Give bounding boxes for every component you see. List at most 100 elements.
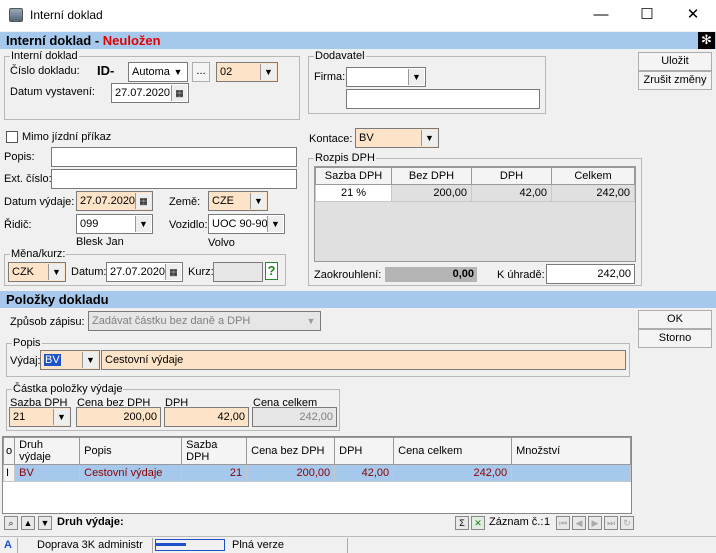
ext-cislo-field[interactable] [51, 169, 297, 189]
save-button[interactable]: Uložit [638, 52, 712, 71]
datum-vydaje-value: 27.07.2020 [80, 195, 136, 207]
ext-cislo-label: Ext. číslo: [4, 173, 52, 185]
maximize-button[interactable]: ☐ [624, 0, 670, 31]
vozidlo-value: UOC 90-90 [212, 218, 268, 230]
first-record-icon[interactable]: ⏮ [556, 516, 570, 530]
rozpis-col-header: Celkem [551, 167, 635, 185]
list-dropdown-icon: ▼ [135, 216, 151, 232]
datum-vydaje-field[interactable]: 27.07.2020 ▦ [76, 191, 153, 211]
ridic-label: Řidič: [4, 219, 32, 231]
rozpis-table: Sazba DPH Bez DPH DPH Celkem 21 % 200,00… [315, 167, 635, 202]
mena-datum-value: 27.07.2020 [110, 266, 166, 278]
table-row[interactable]: I BV Cestovní výdaje 21 200,00 42,00 242… [2, 464, 631, 482]
datum-vystaveni-field[interactable]: 27.07.2020 ▦ [111, 83, 189, 103]
calendar-icon[interactable]: ▦ [171, 85, 187, 101]
table-cell [511, 464, 631, 482]
calendar-icon[interactable]: ▦ [165, 264, 181, 280]
prev-record-icon[interactable]: ◀ [572, 516, 586, 530]
firma-select[interactable]: ▼ [346, 67, 426, 87]
status-version: Plná verze [228, 538, 348, 553]
items-col-header[interactable]: Sazba DPH [181, 437, 248, 465]
status-progress [155, 539, 225, 551]
list-dropdown-icon: ▼ [53, 409, 69, 425]
items-col-header[interactable]: Množství [511, 437, 631, 465]
numbering-mode-select[interactable]: Automat ▼ [128, 62, 188, 82]
kontace-select[interactable]: BV ▼ [355, 128, 439, 148]
zeme-label: Země: [169, 196, 201, 208]
move-down-icon[interactable]: ▼ [38, 516, 52, 530]
mena-datum-field[interactable]: 27.07.2020 ▦ [106, 262, 183, 282]
vozidlo-select[interactable]: UOC 90-90 ▼ [208, 214, 285, 234]
firma-name-field[interactable] [346, 89, 540, 109]
refresh-icon[interactable]: ↻ [620, 516, 634, 530]
dph-field[interactable]: 42,00 [164, 407, 249, 427]
zaokrouhleni-value: 0,00 [385, 267, 477, 282]
close-button[interactable]: ✕ [670, 0, 716, 31]
kurz-label: Kurz: [188, 266, 214, 278]
series-value: 02 [220, 66, 233, 78]
rozpis-col-header: Bez DPH [391, 167, 472, 185]
minimize-button[interactable]: — [578, 0, 624, 31]
items-col-header[interactable]: DPH [334, 437, 395, 465]
row-marker: I [2, 464, 16, 482]
window-title: Interní doklad [30, 8, 103, 22]
doklad-group-label: Interní doklad [10, 50, 79, 62]
zeme-value: CZE [212, 195, 234, 207]
list-dropdown-icon: ▼ [421, 130, 437, 146]
zaznam-value: 1 [544, 516, 551, 528]
list-dropdown-icon: ▼ [250, 193, 266, 209]
zeme-select[interactable]: CZE ▼ [208, 191, 268, 211]
cancel-changes-button[interactable]: Zrušit změny [638, 71, 712, 90]
table-cell: Cestovní výdaje [79, 464, 183, 482]
series-select[interactable]: 02 ▼ [216, 62, 278, 82]
status-bar: A Doprava 3K administr Plná verze [0, 536, 716, 553]
settings-gear-icon[interactable]: ✻ [698, 32, 715, 49]
move-up-icon[interactable]: ▲ [21, 516, 35, 530]
last-record-icon[interactable]: ⏭ [604, 516, 618, 530]
excel-icon[interactable]: ✕ [471, 516, 485, 530]
items-col-header[interactable]: Popis [79, 437, 183, 465]
search-icon[interactable]: ⌕ [4, 516, 18, 530]
vydaj-text-field[interactable]: Cestovní výdaje [101, 350, 626, 370]
rozpis-col-header: DPH [471, 167, 552, 185]
cena-bez-dph-field[interactable]: 200,00 [76, 407, 161, 427]
document-header: Interní doklad - Neuložen [0, 32, 716, 49]
numbering-browse-button[interactable]: ... [192, 62, 210, 82]
mimo-jizdni-label: Mimo jízdní příkaz [22, 131, 112, 143]
vydaj-select[interactable]: BV ▼ [40, 350, 100, 370]
rozpis-header-row: Sazba DPH Bez DPH DPH Celkem [315, 167, 635, 185]
vozidlo-label: Vozidlo: [169, 219, 208, 231]
polozky-popis-label: Popis [12, 337, 42, 349]
sazba-dph-select[interactable]: 21 ▼ [9, 407, 71, 427]
items-col-header[interactable]: Cena bez DPH [246, 437, 336, 465]
calendar-icon[interactable]: ▦ [135, 193, 151, 209]
status-mode: A [0, 538, 18, 553]
sum-icon[interactable]: Σ [455, 516, 469, 530]
storno-button[interactable]: Storno [638, 329, 712, 348]
ridic-select[interactable]: 099 ▼ [76, 214, 153, 234]
next-record-icon[interactable]: ▶ [588, 516, 602, 530]
kurz-field[interactable] [213, 262, 263, 282]
cena-celkem-field[interactable]: 242,00 [252, 407, 337, 427]
currency-select[interactable]: CZK ▼ [8, 262, 66, 282]
zpusob-select[interactable]: Zadávat částku bez daně a DPH ▼ [88, 311, 321, 331]
ok-button[interactable]: OK [638, 310, 712, 329]
items-header-row: o Druh výdaje Popis Sazba DPH Cena bez D… [2, 437, 631, 465]
help-icon[interactable]: ? [265, 262, 278, 280]
mena-group-label: Měna/kurz: [10, 248, 67, 260]
ridic-value: 099 [80, 218, 99, 230]
firma-label: Firma: [314, 71, 346, 83]
zpusob-value: Zadávat částku bez daně a DPH [92, 315, 251, 327]
mimo-jizdni-checkbox[interactable] [6, 131, 18, 143]
castka-group-label: Částka položky výdaje [12, 383, 124, 395]
kontace-value: BV [359, 132, 374, 144]
list-dropdown-icon: ▼ [408, 69, 424, 85]
chevron-down-icon: ▼ [170, 64, 186, 80]
items-col-header[interactable]: Cena celkem [393, 437, 513, 465]
datum-vystaveni-value: 27.07.2020 [115, 87, 171, 99]
title-separator: - [91, 33, 103, 48]
sazba-dph-value: 21 [13, 411, 26, 423]
items-col-header[interactable]: Druh výdaje [14, 437, 81, 465]
app-icon [9, 8, 23, 22]
popis-field[interactable] [51, 147, 297, 167]
